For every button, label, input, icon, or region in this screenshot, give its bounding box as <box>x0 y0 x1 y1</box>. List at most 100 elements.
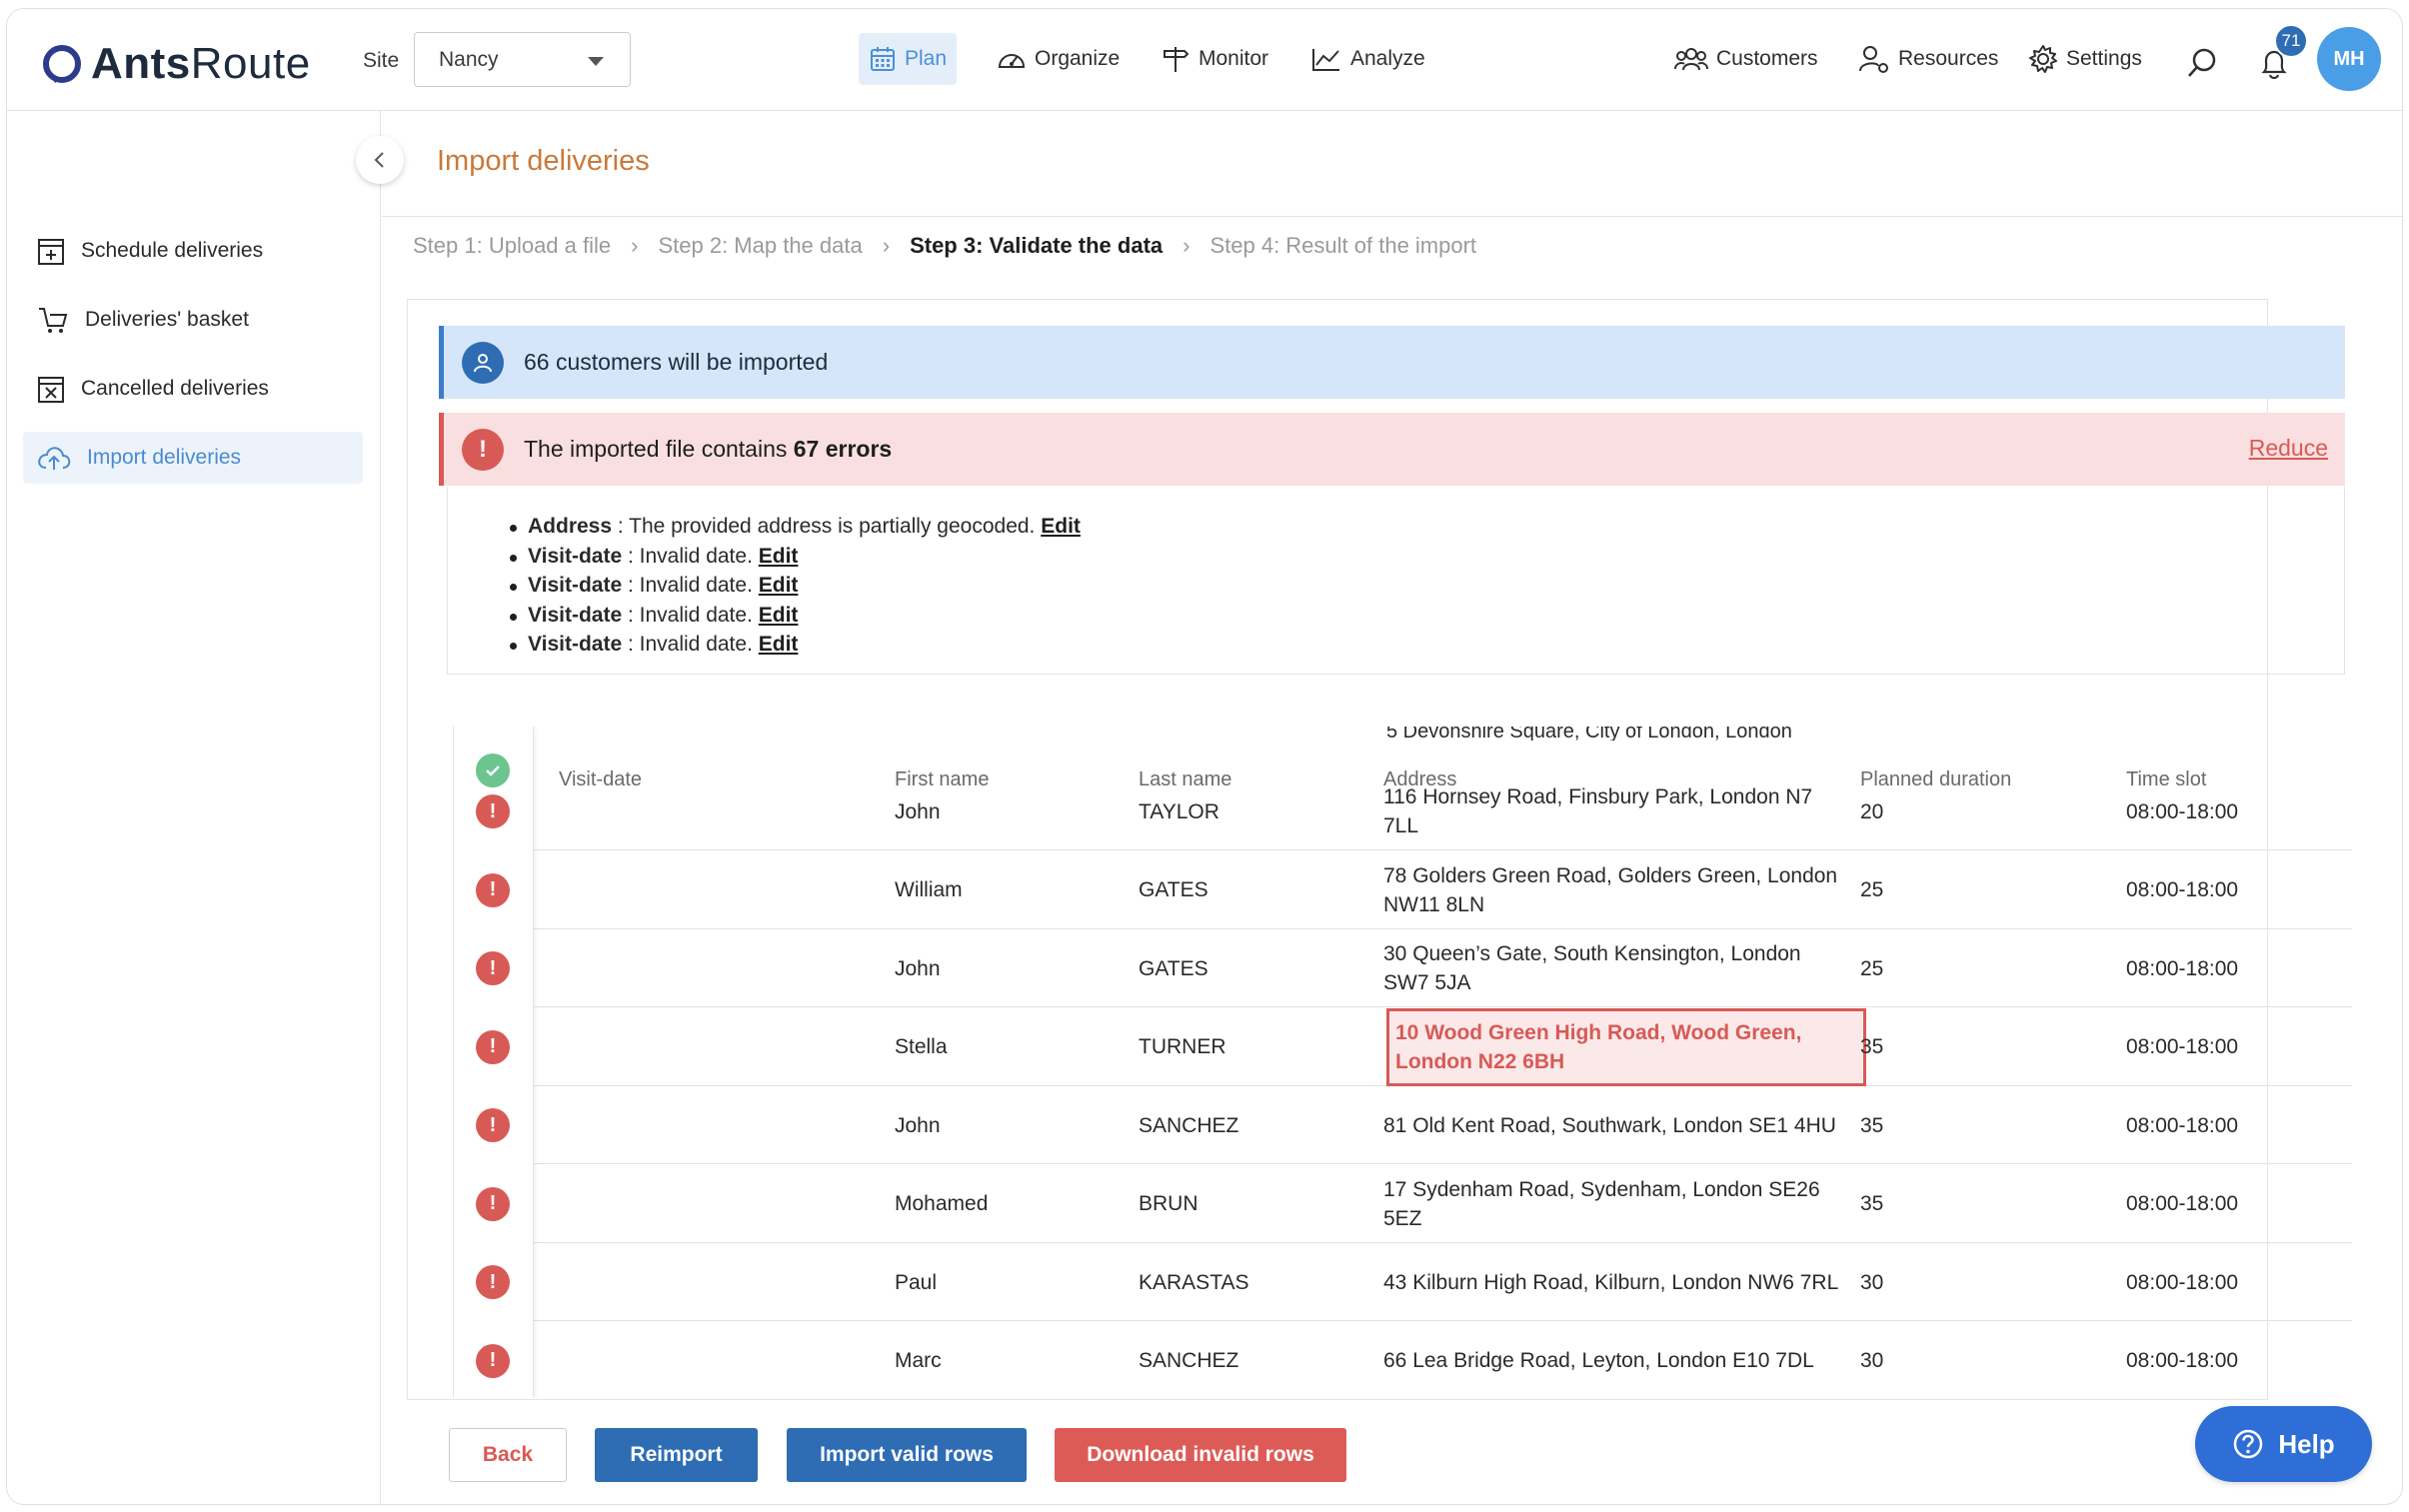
chart-icon <box>1312 49 1339 71</box>
row-error-icon[interactable]: ! <box>476 1108 510 1142</box>
info-banner: 66 customers will be imported <box>439 326 2345 399</box>
row-error-icon[interactable]: ! <box>476 1343 510 1378</box>
cell-last-name: TAYLOR <box>1139 799 1219 823</box>
sidebar-item-schedule-deliveries[interactable]: Schedule deliveries <box>23 225 363 277</box>
row-error-icon[interactable]: ! <box>476 794 510 828</box>
import-valid-rows-button[interactable]: Import valid rows <box>787 1428 1027 1482</box>
table-row[interactable]: ! John GATES 30 Queen’s Gate, South Kensing… <box>453 929 2352 1007</box>
cell-planned-duration: 20 <box>1860 799 1884 823</box>
table-row[interactable]: ! Paul KARASTAS 43 Kilburn High Road, Kilbu… <box>453 1243 2352 1321</box>
sidebar-item-label: Schedule deliveries <box>81 239 264 262</box>
import-steps-breadcrumb: Step 1: Upload a file › Step 2: Map the … <box>413 233 1476 259</box>
user-avatar[interactable]: MH <box>2317 27 2381 91</box>
table-row[interactable]: ! Marc SANCHEZ 66 Lea Bridge Road, Leyton, … <box>453 1322 2352 1399</box>
info-banner-text: 66 customers will be imported <box>524 349 829 375</box>
cell-first-name: Paul <box>895 1270 938 1294</box>
nav-monitor[interactable]: Monitor <box>1151 33 1278 85</box>
resources-icon <box>1859 46 1888 73</box>
gauge-icon <box>998 54 1026 68</box>
cell-address: 17 Sydenham Road, Sydenham, London SE26 … <box>1383 1177 1820 1230</box>
antsroute-logo[interactable]: AntsRoute <box>41 39 311 89</box>
edit-link[interactable]: Edit <box>759 633 799 656</box>
table-row[interactable]: ! Stella TURNER 10 Wood Green High Road, Wo… <box>453 1007 2352 1086</box>
error-count: 67 errors <box>793 436 893 462</box>
step-4: Step 4: Result of the import <box>1209 233 1477 258</box>
cell-planned-duration: 30 <box>1860 1270 1884 1294</box>
edit-link[interactable]: Edit <box>1041 515 1081 538</box>
table-row[interactable]: ! John TAYLOR 116 Hornsey Road, Finsbury Pa… <box>453 772 2352 850</box>
cell-address[interactable]: 10 Wood Green High Road, Wood Green, Lon… <box>1386 1007 1866 1086</box>
nav-customers-label: Customers <box>1716 47 1818 70</box>
notification-count-badge: 71 <box>2274 24 2308 58</box>
help-label: Help <box>2278 1428 2335 1459</box>
help-icon <box>2234 1429 2263 1459</box>
chevron-down-icon <box>588 57 604 66</box>
nav-plan-label: Plan <box>905 47 948 70</box>
nav-monitor-label: Monitor <box>1199 47 1269 70</box>
calendar-x-icon <box>38 377 64 403</box>
import-table[interactable]: Visit-date First name Last name Address … <box>453 727 2352 1398</box>
reduce-link[interactable]: Reduce <box>2249 435 2328 462</box>
chevron-right-icon: › <box>1183 233 1191 258</box>
error-list-item: Address : The provided address is partia… <box>510 515 2344 545</box>
cell-planned-duration: 25 <box>1860 878 1884 901</box>
cloud-upload-icon <box>38 447 71 470</box>
cell-first-name: Mohamed <box>895 1192 989 1215</box>
back-button[interactable]: Back <box>449 1428 567 1482</box>
sidebar-item-cancelled-deliveries[interactable]: Cancelled deliveries <box>23 363 363 415</box>
nav-analyze[interactable]: Analyze <box>1300 33 1435 85</box>
brand-name: AntsRoute <box>91 39 311 88</box>
sidebar-item-label: Cancelled deliveries <box>81 377 269 400</box>
sidebar-item-deliveries-basket[interactable]: Deliveries' basket <box>23 294 363 346</box>
check-icon[interactable] <box>476 754 510 787</box>
table-row[interactable]: ! William GATES 78 Golders Green Road, Gold… <box>453 851 2352 929</box>
sidebar-item-import-deliveries[interactable]: Import deliveries <box>23 432 363 484</box>
edit-link[interactable]: Edit <box>759 574 799 597</box>
nav-customers[interactable]: Customers <box>1664 33 1828 85</box>
chevron-left-icon <box>374 152 384 168</box>
table-row[interactable]: ! John SANCHEZ 81 Old Kent Road, Southwark,… <box>453 1086 2352 1164</box>
cell-planned-duration: 35 <box>1860 1113 1884 1137</box>
sidebar-item-label: Deliveries' basket <box>85 308 249 331</box>
chevron-right-icon: › <box>882 233 891 258</box>
cell-address: 66 Lea Bridge Road, Leyton, London E10 7… <box>1383 1349 1814 1372</box>
nav-settings-label: Settings <box>2066 47 2142 70</box>
sidebar-item-label: Import deliveries <box>87 446 242 469</box>
cell-time-slot: 08:00-18:00 <box>2126 799 2239 823</box>
error-list: Address : The provided address is partia… <box>447 487 2345 675</box>
nav-analyze-label: Analyze <box>1350 47 1425 70</box>
search-button[interactable] <box>2186 47 2218 79</box>
table-row[interactable]: ! Mohamed BRUN 17 Sydenham Road, Sydenham, … <box>453 1165 2352 1243</box>
row-error-icon[interactable]: ! <box>476 951 510 985</box>
edit-link[interactable]: Edit <box>759 545 799 568</box>
chevron-right-icon: › <box>631 233 639 258</box>
download-invalid-rows-button[interactable]: Download invalid rows <box>1055 1428 1346 1482</box>
basket-icon <box>39 308 68 333</box>
cell-address: 43 Kilburn High Road, Kilburn, London NW… <box>1383 1270 1839 1294</box>
nav-resources[interactable]: Resources <box>1848 33 2008 85</box>
cell-last-name: BRUN <box>1139 1192 1199 1215</box>
nav-organize[interactable]: Organize <box>987 33 1130 85</box>
row-error-icon[interactable]: ! <box>476 1265 510 1299</box>
error-list-item: Visit-date : Invalid date. Edit <box>510 604 2344 634</box>
row-error-icon[interactable]: ! <box>476 1186 510 1221</box>
collapse-sidebar-button[interactable] <box>356 136 404 184</box>
reimport-button[interactable]: Reimport <box>595 1428 758 1482</box>
top-navigation-bar: AntsRoute Site Nancy Plan Organize Monit… <box>7 9 2402 111</box>
sidebar: Schedule deliveries Deliveries' basket C… <box>7 111 381 1504</box>
cell-address: 116 Hornsey Road, Finsbury Park, London … <box>1383 785 1813 837</box>
nav-plan[interactable]: Plan <box>859 33 958 85</box>
row-error-icon[interactable]: ! <box>476 872 510 907</box>
site-select[interactable]: Nancy <box>414 32 631 87</box>
page-title: Import deliveries <box>437 145 650 177</box>
nav-settings[interactable]: Settings <box>2018 33 2152 85</box>
help-button[interactable]: Help <box>2195 1406 2372 1482</box>
cell-planned-duration: 25 <box>1860 956 1884 980</box>
cell-last-name: GATES <box>1139 878 1208 901</box>
cell-last-name: TURNER <box>1139 1035 1226 1058</box>
row-error-icon[interactable]: ! <box>476 1029 510 1064</box>
edit-link[interactable]: Edit <box>759 604 799 627</box>
cell-time-slot: 08:00-18:00 <box>2126 1113 2239 1137</box>
error-list-item: Visit-date : Invalid date. Edit <box>510 633 2344 663</box>
page-header: Import deliveries <box>382 111 2402 217</box>
